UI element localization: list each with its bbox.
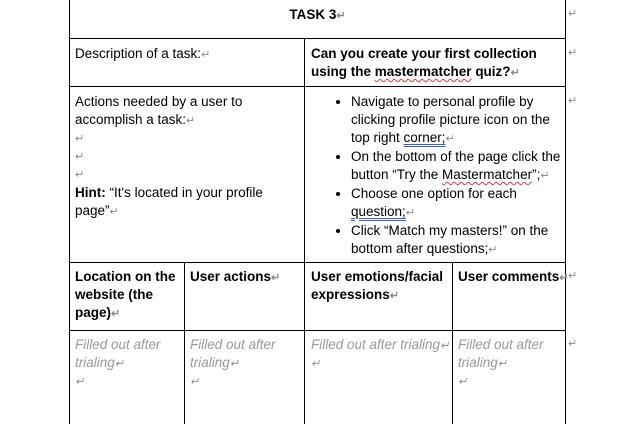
end-of-row-mark: ↵ (568, 270, 578, 282)
column-divider (304, 38, 305, 424)
actions-label-text: Actions needed by a user to accomplish a… (75, 94, 243, 127)
paragraph-mark: ↵ (336, 10, 346, 22)
paragraph-mark: ↵ (405, 207, 416, 219)
header-location-text: Location on the website (the page) (75, 269, 176, 320)
header-emotions: User emotions/facial expressions↵ (311, 268, 449, 305)
paragraph-mark: ↵ (389, 290, 400, 302)
row-divider (69, 262, 566, 263)
description-label-text: Description of a task: (75, 46, 202, 61)
header-location: Location on the website (the page)↵ (75, 268, 181, 323)
paragraph-mark: ↵ (75, 376, 85, 388)
paragraph-mark: ↵ (201, 49, 211, 61)
row-divider (69, 86, 566, 87)
task-title: TASK 3↵ (69, 6, 566, 25)
row-divider (69, 330, 566, 331)
table-border-left (69, 0, 70, 424)
description-label: Description of a task:↵ (75, 45, 297, 64)
placeholder-comments: Filled out after trialing↵ ↵ (458, 336, 562, 391)
column-divider (452, 262, 453, 424)
end-of-row-mark: ↵ (568, 8, 578, 20)
row-divider (69, 38, 566, 39)
task-question: Can you create your first collection usi… (311, 45, 561, 82)
step-marked-text: question; (351, 204, 406, 219)
steps-list: Navigate to personal profile by clicking… (331, 93, 561, 259)
paragraph-mark: ↵ (75, 133, 85, 145)
steps-cell: Navigate to personal profile by clicking… (331, 93, 561, 259)
hint: Hint: “It's located in your profile page… (75, 184, 297, 221)
paragraph-mark: ↵ (109, 206, 119, 218)
step-item: Choose one option for each question;↵ (351, 185, 561, 222)
step-item: Click “Match my masters!” on the bottom … (351, 222, 561, 259)
placeholder-location: Filled out after trialing↵ ↵ (75, 336, 181, 391)
step-item: Navigate to personal profile by clicking… (351, 93, 561, 148)
task-table: TASK 3↵ Description of a task:↵ Can you … (69, 0, 569, 424)
paragraph-mark: ↵ (271, 272, 281, 284)
paragraph-mark: ↵ (510, 67, 520, 79)
paragraph-mark: ↵ (445, 133, 455, 145)
header-comments: User comments↵ (458, 268, 569, 287)
step-text: Choose one option for each (351, 186, 517, 201)
step-item: On the bottom of the page click the butt… (351, 148, 561, 185)
step-text: Click “Match my masters!” on the bottom … (351, 223, 549, 256)
column-divider (184, 262, 185, 424)
hint-label: Hint: (75, 185, 106, 200)
paragraph-mark: ↵ (440, 340, 450, 352)
question-suffix: quiz? (471, 64, 511, 79)
paragraph-mark: ↵ (111, 308, 121, 320)
paragraph-mark: ↵ (311, 358, 321, 370)
paragraph-mark: ↵ (75, 151, 85, 163)
step-marked-text: Mastermatcher (442, 167, 533, 182)
task-title-text: TASK 3 (289, 7, 337, 22)
step-marked-text: corner; (403, 130, 446, 145)
paragraph-mark: ↵ (114, 358, 124, 370)
placeholder-text: Filled out after trialing (311, 337, 441, 352)
paragraph-mark: ↵ (497, 358, 507, 370)
paragraph-mark: ↵ (458, 376, 468, 388)
end-of-row-mark: ↵ (568, 338, 578, 350)
end-of-row-mark: ↵ (568, 47, 578, 59)
header-emotions-text: User emotions/facial expressions (311, 269, 444, 302)
table-border-right (565, 0, 566, 424)
paragraph-mark: ↵ (190, 376, 200, 388)
paragraph-mark: ↵ (186, 115, 196, 127)
placeholder-actions: Filled out after trialing↵ ↵ (190, 336, 302, 391)
actions-cell: Actions needed by a user to accomplish a… (75, 93, 297, 221)
header-actions: User actions↵ (190, 268, 302, 287)
header-actions-text: User actions (190, 269, 272, 284)
end-of-row-mark: ↵ (568, 95, 578, 107)
actions-label: Actions needed by a user to accomplish a… (75, 93, 297, 130)
paragraph-mark: ↵ (488, 244, 498, 256)
paragraph-mark: ↵ (75, 169, 85, 181)
paragraph-mark: ↵ (229, 358, 239, 370)
placeholder-emotions: Filled out after trialing↵ ↵ (311, 336, 451, 373)
header-comments-text: User comments (458, 269, 560, 284)
paragraph-mark: ↵ (540, 170, 550, 182)
question-brand-word: mastermatcher (374, 64, 472, 79)
